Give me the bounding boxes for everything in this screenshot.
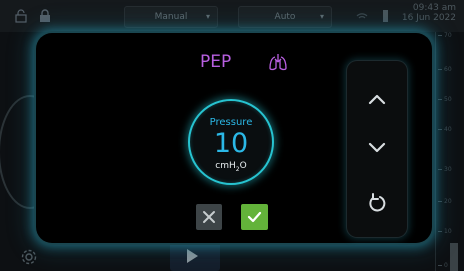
battery-icon	[383, 10, 388, 22]
scale-tick: 20	[438, 198, 456, 205]
cancel-button[interactable]	[196, 204, 222, 230]
lock-icon[interactable]	[14, 9, 28, 23]
chevron-down-icon: ▾	[205, 12, 210, 21]
scale-tick: 50	[438, 96, 456, 103]
unit-tail: O	[239, 161, 247, 171]
adjust-panel	[347, 61, 407, 237]
confirm-button[interactable]	[241, 204, 268, 230]
mode-manual-button[interactable]: Manual ▾	[124, 6, 218, 28]
time-text: 09:43 am	[412, 3, 456, 13]
mode-auto-label: Auto	[274, 12, 296, 22]
chevron-down-icon[interactable]	[365, 135, 389, 159]
pressure-unit: cmH2O	[190, 161, 272, 173]
mode-auto-button[interactable]: Auto ▾	[238, 6, 332, 28]
pressure-value: 10	[213, 128, 249, 159]
gauge-label: Pressure	[209, 117, 253, 128]
pep-dialog: PEP Pressure 10 cmH2O	[36, 33, 432, 243]
lungs-icon	[269, 54, 287, 71]
scale-tick: 40	[438, 126, 456, 133]
mode-manual-label: Manual	[154, 12, 188, 22]
chevron-down-icon: ▾	[319, 12, 324, 21]
check-icon	[247, 211, 262, 223]
play-button[interactable]	[170, 242, 220, 271]
play-icon	[187, 249, 198, 263]
scale-tick: 70	[438, 32, 456, 39]
top-bar: Manual ▾ Auto ▾ 09:43 am 16 Jun 2022	[0, 0, 464, 32]
pressure-scale: 70 60 50 40 30 20 10 0	[435, 32, 458, 271]
wifi-icon	[356, 13, 368, 19]
gear-icon[interactable]	[20, 248, 38, 266]
chevron-up-icon[interactable]	[365, 87, 389, 111]
unit-text: cmH	[215, 161, 236, 171]
close-icon	[203, 211, 215, 223]
scale-tick: 60	[438, 66, 456, 73]
date-text: 16 Jun 2022	[401, 13, 456, 23]
scale-tick: 30	[438, 166, 456, 173]
lock-open-icon[interactable]	[38, 9, 52, 23]
clock: 09:43 am 16 Jun 2022	[402, 3, 456, 23]
scale-tick: 10	[438, 228, 456, 235]
dialog-title: PEP	[200, 52, 232, 72]
pressure-level-bar	[450, 243, 458, 271]
pressure-gauge: Pressure 10 cmH2O	[188, 99, 274, 185]
reset-icon[interactable]	[365, 191, 389, 215]
